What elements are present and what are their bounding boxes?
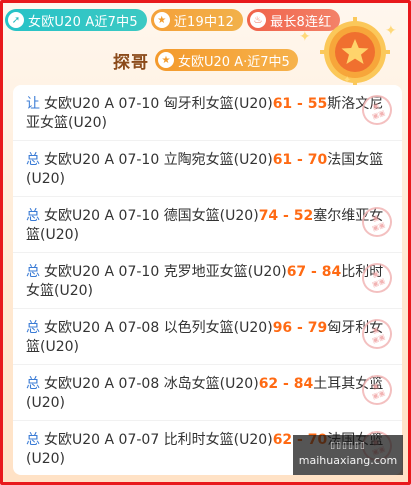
league: 女欧U20 A [44,320,115,336]
league: 女欧U20 A [44,96,115,112]
prediction-list: 让女欧U20 A 07-10 匈牙利女篮(U20)61 - 55斯洛文尼亚女篮(… [13,85,402,475]
expert-record-badge: ★ 女欧U20 A·近7中5 [155,49,298,71]
score: 61 - 55 [272,96,328,112]
sparkle-icon: ✦ [299,29,311,45]
match-date: 07-08 [118,376,160,392]
site-watermark: ▯▯▯▯▯▯ maihuaxiang.com [293,435,403,475]
match-date: 07-10 [118,208,160,224]
home-team: 比利时女篮(U20) [163,432,273,448]
home-team: 冰岛女篮(U20) [163,376,259,392]
prediction-row[interactable]: 总女欧U20 A 07-08 以色列女篮(U20)96 - 79匈牙利女篮(U2… [13,309,402,365]
tag-recent-streak: ➚ 女欧U20 A近7中5 [5,9,147,31]
league: 女欧U20 A [44,152,115,168]
bet-type: 总 [26,320,40,336]
bet-type: 总 [26,376,40,392]
bet-type: 总 [26,152,40,168]
bet-type: 总 [26,432,40,448]
up-arrow-icon: ➚ [8,12,24,28]
league: 女欧U20 A [44,208,115,224]
prediction-row[interactable]: 总女欧U20 A 07-10 立陶宛女篮(U20)61 - 70法国女篮(U20… [13,141,402,197]
star-icon: ★ [153,12,170,28]
match-date: 07-10 [118,152,160,168]
score: 74 - 52 [258,208,314,224]
score: 96 - 79 [272,320,328,336]
bet-type: 让 [26,96,40,112]
badge-label: 女欧U20 A·近7中5 [178,54,290,70]
tag-label: 近19中12 [173,14,235,30]
star-icon: ★ [158,52,174,68]
medal-star-icon [320,17,390,87]
league: 女欧U20 A [44,376,115,392]
home-team: 德国女篮(U20) [163,208,259,224]
league: 女欧U20 A [44,264,115,280]
sparkle-icon: ✦ [385,23,397,39]
card-frame: ➚ 女欧U20 A近7中5 ★ 近19中12 ♨ 最长8连红 ✦ ✦ ✦ 探哥 [0,0,411,485]
match-date: 07-07 [118,432,160,448]
watermark-logo: ▯▯▯▯▯▯ [330,441,366,451]
league: 女欧U20 A [44,432,115,448]
bet-type: 总 [26,264,40,280]
match-date: 07-10 [118,96,160,112]
score: 61 - 70 [272,152,328,168]
prediction-row[interactable]: 总女欧U20 A 07-10 克罗地亚女篮(U20)67 - 84比利时女篮(U… [13,253,402,309]
tag-hit-rate: ★ 近19中12 [150,9,244,31]
score: 62 - 84 [258,376,314,392]
home-team: 克罗地亚女篮(U20) [163,264,287,280]
score: 67 - 84 [286,264,342,280]
flame-icon: ♨ [250,12,267,28]
home-team: 匈牙利女篮(U20) [163,96,273,112]
match-date: 07-10 [118,264,160,280]
watermark-url: maihuaxiang.com [298,454,398,467]
expert-name: 探哥 [113,52,149,73]
home-team: 立陶宛女篮(U20) [163,152,273,168]
tag-label: 女欧U20 A近7中5 [28,14,138,30]
prediction-row[interactable]: 总女欧U20 A 07-10 德国女篮(U20)74 - 52塞尔维亚女篮(U2… [13,197,402,253]
home-team: 以色列女篮(U20) [163,320,273,336]
prediction-row[interactable]: 总女欧U20 A 07-08 冰岛女篮(U20)62 - 84土耳其女篮(U20… [13,365,402,421]
bet-type: 总 [26,208,40,224]
expert-header: 探哥 ★ 女欧U20 A·近7中5 [113,47,298,73]
prediction-row[interactable]: 让女欧U20 A 07-10 匈牙利女篮(U20)61 - 55斯洛文尼亚女篮(… [13,85,402,141]
match-date: 07-08 [118,320,160,336]
